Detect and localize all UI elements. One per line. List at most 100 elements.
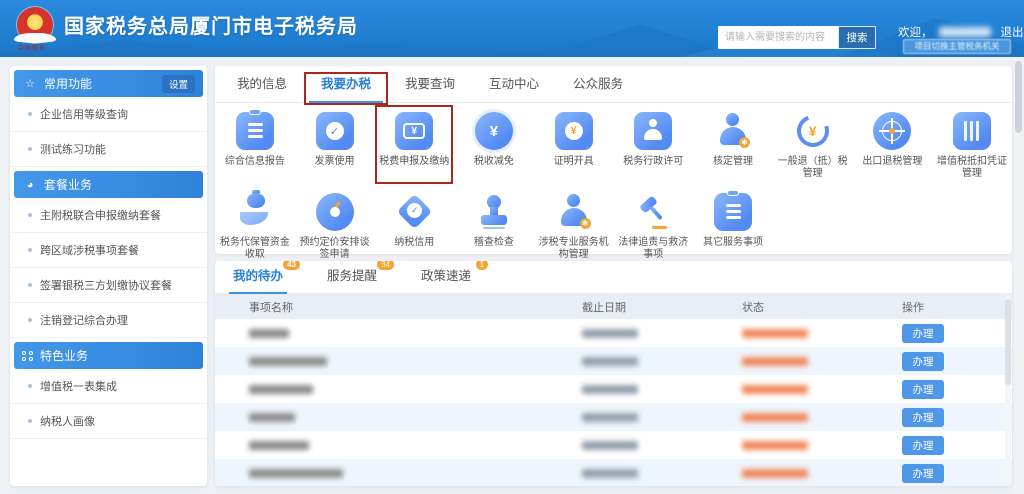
handle-button[interactable]: 办理: [902, 352, 944, 371]
service-vat-deduction-voucher[interactable]: 增值税抵扣凭证管理: [932, 111, 1012, 180]
globe-icon: [872, 111, 912, 151]
tab-service-reminder[interactable]: 服务提醒 34: [327, 261, 377, 294]
service-audit-inspection[interactable]: 稽查检查: [454, 192, 534, 261]
service-tax-declare-pay[interactable]: ¥ 税费申报及缴纳: [374, 111, 454, 180]
service-legal-remedy[interactable]: 法律追责与救济事项: [613, 192, 693, 261]
service-invoice-use[interactable]: ✓ 发票使用: [295, 111, 375, 180]
sidebar-section-common[interactable]: ☆ 常用功能 设置: [14, 70, 203, 97]
page-scrollbar-thumb[interactable]: [1015, 61, 1022, 133]
service-admin-license[interactable]: 税务行政许可: [613, 111, 693, 180]
service-export-refund[interactable]: 出口退税管理: [853, 111, 933, 180]
grid-dots-icon: [22, 351, 34, 361]
moneybag-hand-icon: [235, 192, 275, 232]
table-scrollbar-thumb[interactable]: [1005, 299, 1011, 385]
service-general-refund[interactable]: ¥ 一般退（抵）税管理: [773, 111, 853, 180]
handle-button[interactable]: 办理: [902, 380, 944, 399]
handle-button[interactable]: 办理: [902, 324, 944, 343]
redacted-deadline: [582, 413, 638, 422]
redacted-status: [742, 413, 808, 422]
service-custody-funds[interactable]: 税务代保管资金收取: [215, 192, 295, 261]
logout-link[interactable]: 退出: [1001, 24, 1024, 40]
service-advance-pricing[interactable]: 预约定价安排谈签申请: [295, 192, 375, 261]
col-status: 状态: [742, 299, 902, 315]
search-button[interactable]: 搜索: [838, 26, 876, 49]
service-certificate-issue[interactable]: ¥ 证明开具: [534, 111, 614, 180]
sidebar-section-featured[interactable]: 特色业务: [14, 342, 203, 369]
ticket-coin-icon: ¥: [554, 111, 594, 151]
redacted-deadline: [582, 469, 638, 478]
redacted-status: [742, 385, 808, 394]
redacted-status: [742, 469, 808, 478]
redacted-item-name: [249, 469, 343, 478]
coin-icon: ¥: [474, 111, 514, 151]
handle-button[interactable]: 办理: [902, 436, 944, 455]
policy-count-badge: 1: [476, 261, 488, 270]
table-scrollbar[interactable]: [1005, 295, 1011, 484]
tab-my-todo[interactable]: 我的待办 43: [233, 261, 283, 294]
tab-policy-express[interactable]: 政策速递 1: [421, 261, 471, 294]
sidebar-item-taxpayer-portrait[interactable]: 纳税人画像: [10, 404, 207, 439]
sidebar-item-vat-onetable[interactable]: 增值税一表集成: [10, 369, 207, 404]
services-panel: 我的信息 我要办税 我要查询 互动中心 公众服务 综合信息报告 ✓ 发票使用 ¥…: [215, 66, 1012, 254]
sidebar-section-package[interactable]: ◕ 套餐业务: [14, 171, 203, 198]
redacted-item-name: [249, 357, 327, 366]
clipboard-icon: [235, 111, 275, 151]
redacted-deadline: [582, 441, 638, 450]
col-action: 操作: [902, 299, 1012, 315]
redacted-status: [742, 329, 808, 338]
bullet-icon: [28, 147, 32, 151]
sidebar-item-practice[interactable]: 测试练习功能: [10, 132, 207, 167]
redacted-deadline: [582, 385, 638, 394]
bowl-icon: ◕: [22, 179, 38, 191]
table-row: 办理: [215, 347, 1012, 375]
service-other[interactable]: 其它服务事项: [693, 192, 773, 261]
username-redacted: [939, 27, 991, 37]
redacted-item-name: [249, 441, 309, 450]
person-badge-icon: [633, 111, 673, 151]
sidebar-item-credit-query[interactable]: 企业信用等级查询: [10, 97, 207, 132]
service-row-2: 税务代保管资金收取 预约定价安排谈签申请 ✓ 纳税信用 稽查检查 ✱ 涉税专业服…: [215, 192, 1012, 261]
ticket-check-icon: ✓: [315, 111, 355, 151]
service-comprehensive-info[interactable]: 综合信息报告: [215, 111, 295, 180]
site-title: 国家税务总局厦门市电子税务局: [64, 0, 358, 57]
redacted-status: [742, 441, 808, 450]
header-search: 搜索: [718, 26, 876, 49]
redacted-item-name: [249, 329, 289, 338]
stamp-icon: [474, 192, 514, 232]
gavel-icon: [633, 192, 673, 232]
table-row: 办理: [215, 403, 1012, 431]
wallet-yen-icon: ¥: [394, 111, 434, 151]
page-scrollbar[interactable]: [1014, 57, 1023, 494]
tab-interaction[interactable]: 互动中心: [479, 66, 549, 103]
bullet-icon: [28, 419, 32, 423]
bullet-icon: [28, 112, 32, 116]
service-tax-agency-mgmt[interactable]: ✱ 涉税专业服务机构管理: [534, 192, 614, 261]
sidebar-section-title: 特色业务: [40, 347, 88, 364]
tab-public-service[interactable]: 公众服务: [563, 66, 633, 103]
switch-tax-authority-button[interactable]: 项目切换主管税务机关: [903, 39, 1011, 54]
service-assessment-mgmt[interactable]: ✱ 核定管理: [693, 111, 773, 180]
person-gear-icon: ✱: [554, 192, 594, 232]
table-body: 办理 办理 办理 办理 办理: [215, 319, 1012, 486]
service-tax-relief[interactable]: ¥ 税收减免: [454, 111, 534, 180]
col-item-name: 事项名称: [215, 299, 582, 315]
compass-icon: [315, 192, 355, 232]
tab-my-info[interactable]: 我的信息: [227, 66, 297, 103]
bullet-icon: [28, 384, 32, 388]
handle-button[interactable]: 办理: [902, 464, 944, 483]
sidebar-item-cross-region[interactable]: 跨区域涉税事项套餐: [10, 233, 207, 268]
settings-button[interactable]: 设置: [162, 75, 195, 93]
handle-button[interactable]: 办理: [902, 408, 944, 427]
search-input[interactable]: [718, 26, 838, 49]
sidebar-item-deregistration[interactable]: 注销登记综合办理: [10, 303, 207, 338]
bullet-icon: [28, 248, 32, 252]
tab-tax-handling[interactable]: 我要办税: [311, 66, 381, 103]
sidebar-item-joint-declare[interactable]: 主附税联合申报缴纳套餐: [10, 198, 207, 233]
bullet-icon: [28, 318, 32, 322]
service-tax-credit[interactable]: ✓ 纳税信用: [374, 192, 454, 261]
table-row: 办理: [215, 431, 1012, 459]
sidebar-item-tripartite[interactable]: 签署银税三方划缴协议套餐: [10, 268, 207, 303]
service-row-1: 综合信息报告 ✓ 发票使用 ¥ 税费申报及缴纳 ¥ 税收减免 ¥ 证明开具: [215, 111, 1012, 180]
redacted-deadline: [582, 357, 638, 366]
tab-query[interactable]: 我要查询: [395, 66, 465, 103]
